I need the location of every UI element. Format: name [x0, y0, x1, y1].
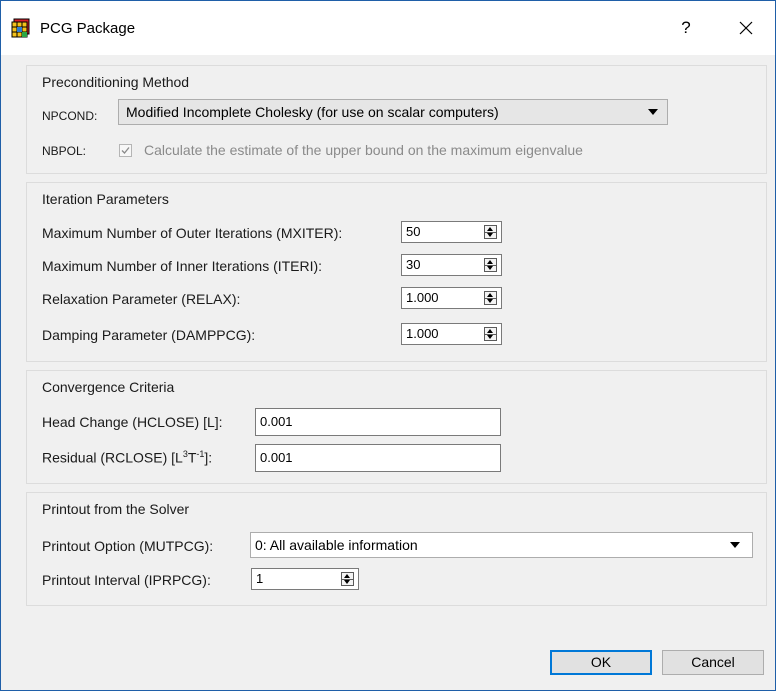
- close-button[interactable]: [731, 14, 761, 42]
- spin-buttons[interactable]: [484, 258, 497, 272]
- relax-label: Relaxation Parameter (RELAX):: [42, 291, 241, 307]
- spin-buttons[interactable]: [341, 572, 354, 586]
- group-title: Iteration Parameters: [42, 191, 169, 207]
- damppcg-spinbox[interactable]: 1.000: [401, 323, 502, 345]
- nbpol-label: NBPOL:: [42, 144, 87, 158]
- iteration-group: Iteration Parameters Maximum Number of O…: [26, 182, 767, 362]
- nbpol-checkbox-label: Calculate the estimate of the upper boun…: [144, 142, 583, 158]
- hclose-value: 0.001: [260, 414, 293, 429]
- hclose-input[interactable]: 0.001: [255, 408, 501, 436]
- group-title: Convergence Criteria: [42, 379, 175, 395]
- damppcg-label: Damping Parameter (DAMPPCG):: [42, 327, 256, 343]
- window-title: PCG Package: [40, 20, 136, 37]
- iteri-label: Maximum Number of Inner Iterations (ITER…: [42, 258, 323, 274]
- chevron-down-icon: [648, 109, 658, 115]
- relax-value: 1.000: [406, 290, 439, 305]
- printout-group: Printout from the Solver Printout Option…: [26, 492, 767, 606]
- spin-buttons[interactable]: [484, 225, 497, 239]
- help-button[interactable]: ?: [671, 14, 701, 42]
- damppcg-value: 1.000: [406, 326, 439, 341]
- iteri-spinbox[interactable]: 30: [401, 254, 502, 276]
- chevron-down-icon: [730, 542, 740, 548]
- group-title: Printout from the Solver: [42, 501, 190, 517]
- title-bar: PCG Package ?: [1, 1, 775, 55]
- mutpcg-value: 0: All available information: [255, 537, 418, 553]
- checkmark-icon: [121, 147, 130, 154]
- iteri-value: 30: [406, 257, 421, 272]
- rclose-value: 0.001: [260, 450, 293, 465]
- npcond-value: Modified Incomplete Cholesky (for use on…: [126, 104, 499, 120]
- rclose-input[interactable]: 0.001: [255, 444, 501, 472]
- nbpol-checkbox[interactable]: [119, 144, 132, 157]
- group-title: Preconditioning Method: [42, 74, 190, 90]
- app-icon: [11, 18, 31, 38]
- cancel-button[interactable]: Cancel: [662, 650, 764, 675]
- relax-spinbox[interactable]: 1.000: [401, 287, 502, 309]
- iprpcg-label: Printout Interval (IPRPCG):: [42, 572, 211, 588]
- spin-buttons[interactable]: [484, 291, 497, 305]
- mutpcg-select[interactable]: 0: All available information: [250, 532, 753, 558]
- spin-buttons[interactable]: [484, 327, 497, 341]
- mxiter-label: Maximum Number of Outer Iterations (MXIT…: [42, 225, 343, 241]
- hclose-label: Head Change (HCLOSE) [L]:: [42, 414, 223, 430]
- npcond-label: NPCOND:: [42, 109, 98, 123]
- convergence-group: Convergence Criteria Head Change (HCLOSE…: [26, 370, 767, 484]
- pcg-package-dialog: PCG Package ? Preconditioning Method NPC…: [0, 0, 776, 691]
- npcond-select[interactable]: Modified Incomplete Cholesky (for use on…: [118, 99, 668, 125]
- mxiter-value: 50: [406, 224, 421, 239]
- iprpcg-value: 1: [256, 571, 264, 586]
- preconditioning-group: Preconditioning Method NPCOND: Modified …: [26, 65, 767, 174]
- close-icon: [739, 21, 753, 35]
- iprpcg-spinbox[interactable]: 1: [251, 568, 359, 590]
- rclose-label: Residual (RCLOSE) [L3T-1]:: [42, 449, 213, 466]
- ok-button[interactable]: OK: [550, 650, 652, 675]
- mutpcg-label: Printout Option (MUTPCG):: [42, 538, 214, 554]
- mxiter-spinbox[interactable]: 50: [401, 221, 502, 243]
